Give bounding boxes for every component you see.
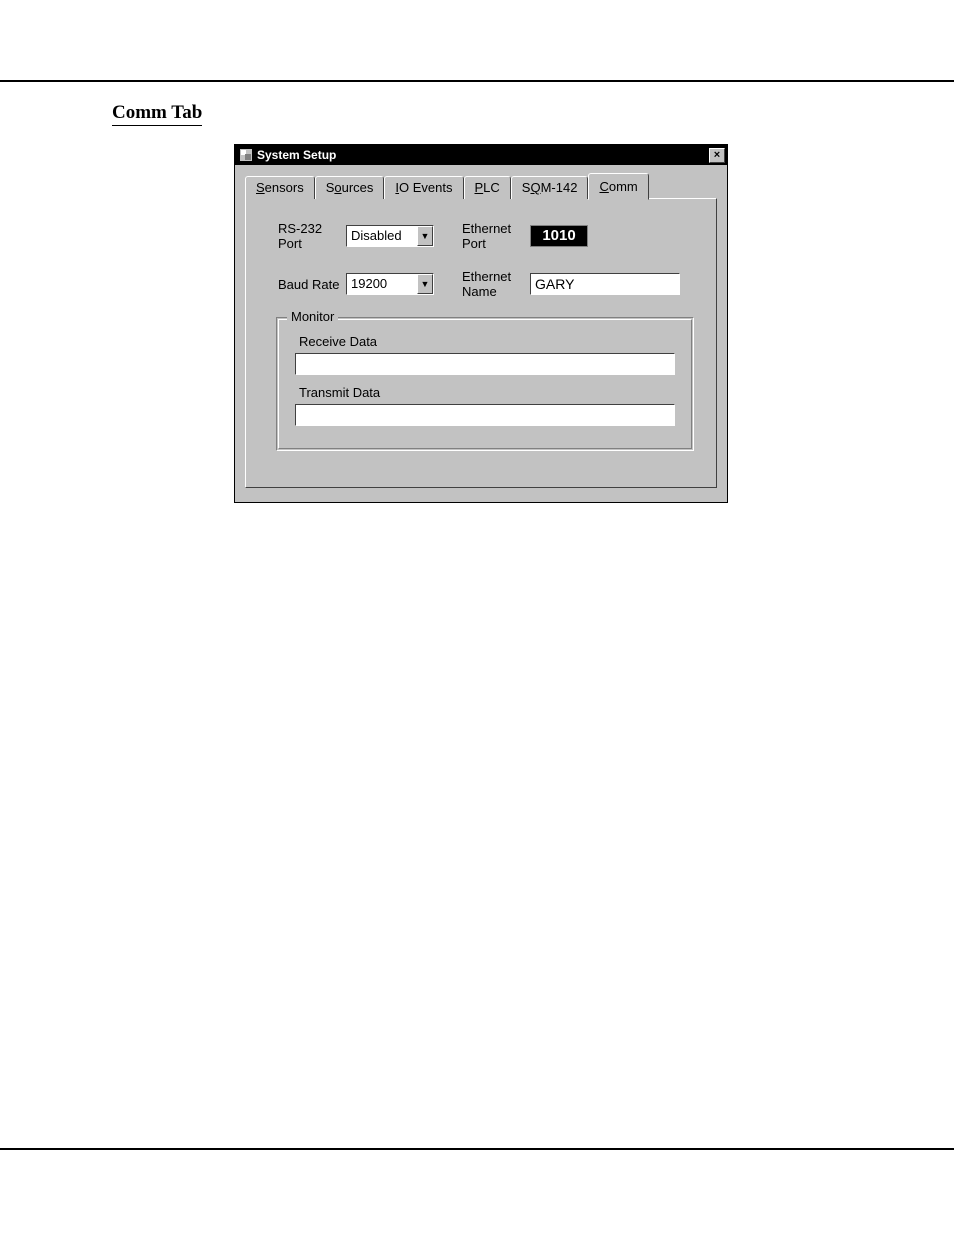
tab-plc[interactable]: PLC <box>464 176 511 199</box>
rs232-port-label: RS-232 Port <box>278 221 346 251</box>
tab-io-events[interactable]: IO Events <box>384 176 463 199</box>
baud-rate-label: Baud Rate <box>278 277 346 292</box>
tab-label: M-142 <box>541 180 578 195</box>
baud-rate-select[interactable]: 19200 ▼ <box>346 273 434 295</box>
app-icon <box>239 148 253 162</box>
rs232-port-select[interactable]: Disabled ▼ <box>346 225 434 247</box>
transmit-data-label: Transmit Data <box>299 385 675 400</box>
tab-label: ensors <box>265 180 304 195</box>
row-baud: Baud Rate 19200 ▼ Ethernet Name GARY <box>278 269 702 299</box>
dialog-title: System Setup <box>257 148 709 162</box>
chevron-down-icon[interactable]: ▼ <box>417 226 433 246</box>
tab-comm[interactable]: Comm <box>588 173 648 200</box>
tab-label: LC <box>483 180 500 195</box>
ethernet-name-input[interactable]: GARY <box>530 273 680 295</box>
close-button[interactable]: × <box>709 148 725 163</box>
monitor-group: Monitor Receive Data Transmit Data <box>276 317 694 451</box>
section-heading: Comm Tab <box>112 102 202 126</box>
baud-rate-value: 19200 <box>347 274 417 294</box>
transmit-data-field[interactable] <box>295 404 675 426</box>
rs232-port-value: Disabled <box>347 226 417 246</box>
ethernet-port-label: Ethernet Port <box>462 221 530 251</box>
receive-data-label: Receive Data <box>299 334 675 349</box>
monitor-group-label: Monitor <box>287 309 338 324</box>
tab-label: O Events <box>399 180 452 195</box>
system-setup-dialog: System Setup × Sensors Sources IO Events… <box>234 144 728 503</box>
ethernet-name-label: Ethernet Name <box>462 269 530 299</box>
tab-label: omm <box>609 179 638 194</box>
tab-sqm142[interactable]: SQM-142 <box>511 176 589 199</box>
titlebar: System Setup × <box>235 145 727 165</box>
receive-data-field[interactable] <box>295 353 675 375</box>
tab-sensors[interactable]: Sensors <box>245 176 315 199</box>
document-page: Comm Tab System Setup × Sensors Sources … <box>0 80 954 1150</box>
dialog-client: Sensors Sources IO Events PLC SQM-142 Co… <box>235 165 727 502</box>
tab-sources[interactable]: Sources <box>315 176 385 199</box>
ethernet-port-input[interactable]: 1010 <box>530 225 588 247</box>
chevron-down-icon[interactable]: ▼ <box>417 274 433 294</box>
comm-panel: RS-232 Port Disabled ▼ Ethernet Port 101… <box>245 198 717 488</box>
tab-label: urces <box>342 180 374 195</box>
row-rs232: RS-232 Port Disabled ▼ Ethernet Port 101… <box>278 221 702 251</box>
tab-strip: Sensors Sources IO Events PLC SQM-142 Co… <box>245 173 717 199</box>
